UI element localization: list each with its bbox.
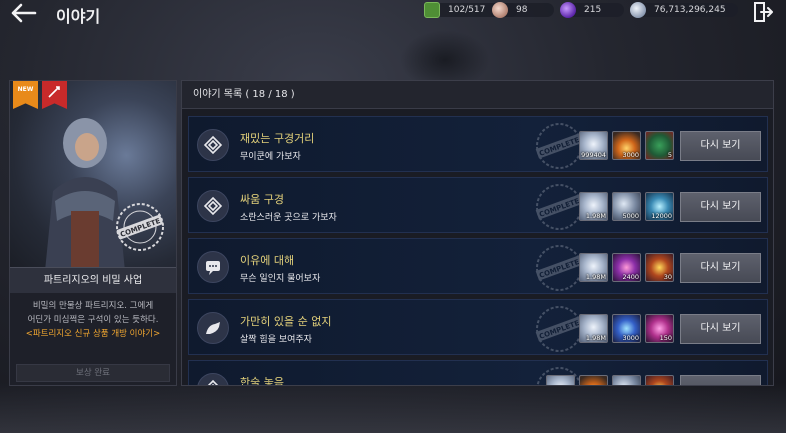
blue-gem-icon[interactable]: 3000 (612, 314, 641, 343)
complete-stamp-icon: COMPLETE (535, 123, 583, 169)
rewatch-button[interactable] (680, 375, 761, 385)
item-title: 한술 놓음 (240, 376, 284, 386)
item-title: 재밌는 구경거리 (240, 132, 315, 145)
rewatch-button[interactable]: 다시 보기 (680, 192, 761, 222)
list-header: 이야기 목록 ( 18 / 18 ) (182, 81, 773, 109)
rewatch-button[interactable]: 다시 보기 (680, 253, 761, 283)
purple-gem-icon (560, 2, 576, 18)
silver-coin-icon[interactable] (546, 375, 575, 385)
gold-box-icon[interactable] (645, 375, 674, 385)
item-title: 이유에 대해 (240, 254, 295, 267)
gold-box-icon[interactable]: 30 (645, 253, 674, 282)
purple-gem-counter[interactable]: 215 (560, 2, 624, 18)
story-title: 파트리지오의 비밀 사업 (10, 267, 176, 293)
story-link[interactable]: <파트리지오 신규 상품 개방 이야기> (16, 327, 170, 341)
item-subtitle: 무슨 일인지 물어보자 (240, 274, 321, 284)
top-bar: 이야기 102/517 98 215 76,713,296,245 (0, 0, 786, 28)
silver-coin-icon (630, 2, 646, 18)
story-card[interactable]: NEW COMPLETE 파트리지오의 비밀 사업 비밀의 만물상 파트리지오.… (9, 80, 177, 386)
list-item[interactable]: 재밌는 구경거리 무이쿤에 가보자 COMPLETE 999404 3000 5… (188, 116, 768, 172)
complete-stamp-icon: COMPLETE (116, 203, 164, 251)
back-arrow-icon[interactable] (10, 2, 38, 24)
silver-coin-icon[interactable]: 1.98M (579, 253, 608, 282)
complete-stamp-icon: COMPLETE (535, 245, 583, 291)
silver-coin-icon[interactable]: 999404 (579, 131, 608, 160)
blue-crystal-icon[interactable]: 12000 (645, 192, 674, 221)
complete-stamp-icon: COMPLETE (535, 306, 583, 352)
fist-icon (197, 312, 229, 344)
rewatch-button[interactable]: 다시 보기 (680, 131, 761, 161)
list-item[interactable]: 한술 놓음 (188, 360, 768, 386)
silver-coin-icon[interactable]: 1.98M (579, 314, 608, 343)
scroll-icon[interactable]: 5000 (612, 192, 641, 221)
page-title: 이야기 (56, 7, 101, 26)
list-item[interactable]: 싸움 구경 소란스러운 곳으로 가보자 COMPLETE 1.98M 5000 … (188, 177, 768, 233)
purple-orb-icon[interactable]: 2400 (612, 253, 641, 282)
chat-icon (197, 251, 229, 283)
diamond-icon (197, 190, 229, 222)
fire-crystal-icon[interactable]: 3000 (612, 131, 641, 160)
item-title: 싸움 구경 (240, 193, 284, 206)
item-subtitle: 소란스러운 곳으로 가보자 (240, 213, 337, 223)
green-book-icon[interactable]: 5 (645, 131, 674, 160)
stamina-icon (424, 2, 440, 18)
exit-icon[interactable] (752, 1, 774, 23)
item-title: 가만히 있을 순 없지 (240, 315, 332, 328)
scroll-icon[interactable] (612, 375, 641, 385)
diamond-icon (197, 129, 229, 161)
pearl-icon (492, 2, 508, 18)
diamond-icon (197, 373, 229, 385)
item-subtitle: 무이쿤에 가보자 (240, 152, 301, 162)
story-list-panel: 이야기 목록 ( 18 / 18 ) 재밌는 구경거리 무이쿤에 가보자 COM… (181, 80, 774, 386)
silver-counter[interactable]: 76,713,296,245 (630, 2, 738, 18)
fire-crystal-icon[interactable] (579, 375, 608, 385)
complete-stamp-icon: COMPLETE (535, 184, 583, 230)
rewatch-button[interactable]: 다시 보기 (680, 314, 761, 344)
pink-gem-icon[interactable]: 150 (645, 314, 674, 343)
silver-coin-icon[interactable]: 1.98M (579, 192, 608, 221)
item-subtitle: 살짝 힘을 보여주자 (240, 335, 312, 345)
background-shade (0, 383, 786, 433)
story-description: 비밀의 만물상 파트리지오. 그에게 어딘가 미심쩍은 구석이 있는 듯하다. … (16, 299, 170, 341)
list-item[interactable]: 가만히 있을 순 없지 살짝 힘을 보여주자 COMPLETE 1.98M 30… (188, 299, 768, 355)
pearl-counter[interactable]: 98 (492, 2, 554, 18)
list-item[interactable]: 이유에 대해 무슨 일인지 물어보자 COMPLETE 1.98M 2400 3… (188, 238, 768, 294)
story-illustration: NEW COMPLETE (10, 81, 176, 267)
reward-claimed-button: 보상 완료 (16, 364, 170, 382)
